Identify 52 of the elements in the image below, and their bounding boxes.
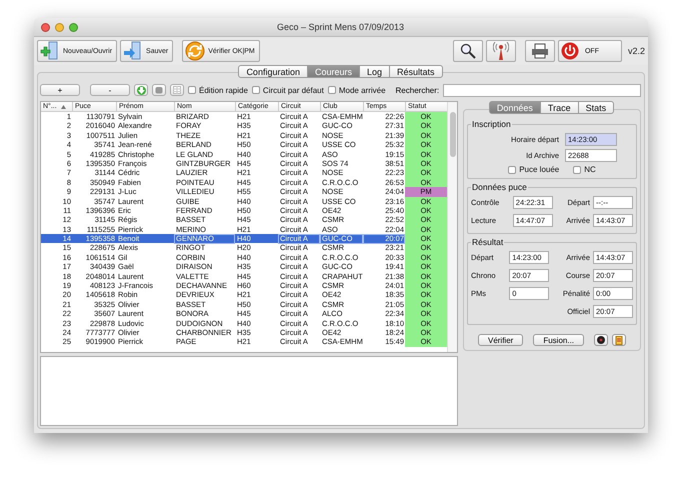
disc-icon bbox=[597, 336, 606, 344]
zoom-button[interactable] bbox=[69, 22, 78, 32]
minimize-button[interactable] bbox=[55, 22, 64, 32]
tab[interactable]: Coureurs bbox=[306, 65, 360, 78]
tab[interactable]: Log bbox=[359, 65, 390, 78]
window-title: Geco – Sprint Mens 07/09/2013 bbox=[276, 22, 406, 32]
search-label: Rechercher: bbox=[396, 86, 440, 94]
add-button[interactable]: + bbox=[40, 84, 80, 96]
close-button[interactable] bbox=[41, 22, 50, 32]
checkbox-label: NC bbox=[584, 165, 596, 174]
download-icon bbox=[136, 86, 146, 94]
download-button[interactable] bbox=[134, 84, 148, 96]
new-document-icon bbox=[40, 41, 60, 61]
print-button[interactable] bbox=[524, 40, 555, 62]
printer-icon bbox=[530, 43, 549, 59]
search-icon bbox=[460, 43, 476, 59]
action-button[interactable]: Vérifier bbox=[478, 334, 524, 346]
checkbox[interactable] bbox=[508, 166, 516, 174]
group-title: Inscription bbox=[471, 119, 512, 129]
save-document-icon bbox=[123, 41, 144, 61]
power-icon bbox=[560, 42, 579, 60]
tab[interactable]: Résultats bbox=[389, 65, 443, 78]
antenna-icon bbox=[492, 42, 509, 60]
checkbox-label: Circuit par défaut bbox=[262, 86, 324, 94]
document-icon bbox=[615, 336, 624, 344]
antenna-button[interactable] bbox=[486, 40, 516, 62]
action-button[interactable]: Fusion... bbox=[533, 334, 584, 346]
export-button[interactable] bbox=[612, 334, 626, 346]
search-field[interactable] bbox=[443, 84, 641, 96]
scrollbar[interactable] bbox=[447, 102, 457, 352]
sort-arrow-icon bbox=[60, 104, 66, 108]
checkbox-label: Édition rapide bbox=[199, 86, 248, 94]
text-area[interactable] bbox=[40, 356, 458, 426]
checkbox[interactable] bbox=[188, 86, 196, 94]
version-label: v2.2 bbox=[628, 46, 645, 56]
record-button[interactable] bbox=[594, 334, 608, 346]
checkbox-label: Mode arrivée bbox=[338, 86, 386, 94]
tab[interactable]: Stats bbox=[578, 101, 614, 114]
checkbox[interactable] bbox=[573, 166, 582, 174]
tab[interactable]: Trace bbox=[540, 101, 579, 114]
checkbox[interactable] bbox=[328, 86, 336, 94]
tab[interactable]: Données bbox=[488, 101, 541, 114]
group-title: Résultat bbox=[471, 237, 504, 247]
checkbox[interactable] bbox=[252, 86, 260, 94]
search-button[interactable] bbox=[452, 40, 483, 62]
table-button[interactable] bbox=[170, 84, 184, 96]
group-title: Données puce bbox=[471, 182, 528, 192]
checkbox-label: Puce louée bbox=[519, 165, 560, 174]
refresh-icon bbox=[185, 41, 206, 61]
remove-button[interactable]: - bbox=[90, 84, 130, 96]
tab[interactable]: Configuration bbox=[238, 65, 308, 78]
table-icon bbox=[173, 86, 181, 94]
